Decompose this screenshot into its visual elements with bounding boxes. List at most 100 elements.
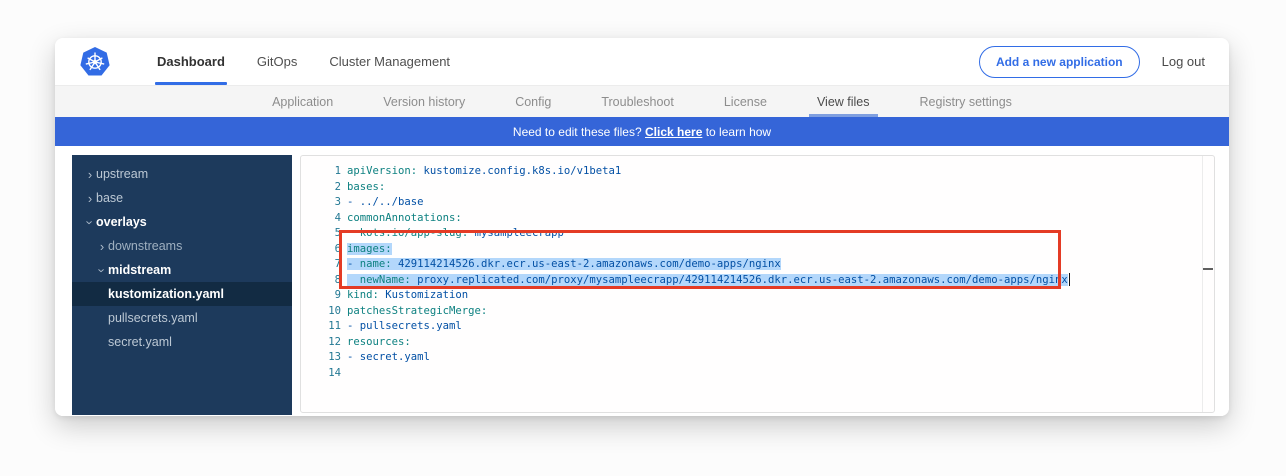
- file-tree: ›upstream›base›overlays›downstreams›mids…: [72, 155, 292, 415]
- code-line-text: resources:: [341, 335, 411, 351]
- view-files-content: ›upstream›base›overlays›downstreams›mids…: [55, 146, 1229, 416]
- yaml-key: bases:: [347, 181, 385, 193]
- code-line-text: kind: Kustomization: [341, 288, 468, 304]
- tab-config[interactable]: Config: [515, 86, 551, 117]
- yaml-value: - secret.yaml: [347, 351, 430, 363]
- code-line-text: - pullsecrets.yaml: [341, 319, 462, 335]
- code-line[interactable]: 2bases:: [301, 180, 1214, 196]
- tree-folder-base[interactable]: ›base: [72, 186, 292, 210]
- code-line-text: - ../../base: [341, 195, 424, 211]
- yaml-key: commonAnnotations:: [347, 212, 462, 224]
- chevron-down-icon: ›: [84, 216, 97, 228]
- tab-license[interactable]: License: [724, 86, 767, 117]
- yaml-value: proxy.replicated.com/proxy/mysampleecrap…: [411, 274, 1068, 286]
- code-line[interactable]: 8 newName: proxy.replicated.com/proxy/my…: [301, 273, 1214, 289]
- code-line-text: [341, 366, 347, 382]
- code-editor[interactable]: 1apiVersion: kustomize.config.k8s.io/v1b…: [300, 155, 1215, 413]
- line-number: 12: [301, 335, 341, 351]
- tree-folder-downstreams[interactable]: ›downstreams: [72, 234, 292, 258]
- edit-files-banner: Need to edit these files? Click here to …: [55, 117, 1229, 146]
- code-line[interactable]: 6 images:: [301, 242, 1214, 258]
- tree-item-label: overlays: [96, 215, 147, 229]
- tree-folder-overlays[interactable]: ›overlays: [72, 210, 292, 234]
- code-line[interactable]: 4 commonAnnotations:: [301, 211, 1214, 227]
- code-line-text: kots.io/app-slug: mysampleecrapp: [341, 226, 564, 242]
- yaml-value: -: [347, 258, 360, 270]
- code-lines: 1apiVersion: kustomize.config.k8s.io/v1b…: [301, 156, 1214, 381]
- yaml-key: images:: [347, 243, 392, 255]
- tree-item-label: kustomization.yaml: [108, 287, 224, 301]
- tree-item-label: pullsecrets.yaml: [108, 311, 198, 325]
- code-line[interactable]: 3 - ../../base: [301, 195, 1214, 211]
- yaml-value: [347, 227, 360, 239]
- chevron-right-icon: ›: [84, 192, 96, 205]
- tab-application[interactable]: Application: [272, 86, 333, 117]
- yaml-key: kots.io/app-slug:: [360, 227, 468, 239]
- top-nav-tab-cluster-management[interactable]: Cluster Management: [313, 38, 466, 85]
- line-number: 4: [301, 211, 341, 227]
- tab-registry-settings[interactable]: Registry settings: [920, 86, 1012, 117]
- code-line[interactable]: 9kind: Kustomization: [301, 288, 1214, 304]
- app-window: DashboardGitOpsCluster Management Add a …: [55, 38, 1229, 416]
- code-line[interactable]: 11- pullsecrets.yaml: [301, 319, 1214, 335]
- logout-link[interactable]: Log out: [1162, 54, 1205, 69]
- tree-item-label: midstream: [108, 263, 171, 277]
- line-number: 5: [301, 226, 341, 242]
- code-line-text: commonAnnotations:: [341, 211, 462, 227]
- chevron-right-icon: ›: [96, 240, 108, 253]
- code-line-text: newName: proxy.replicated.com/proxy/mysa…: [341, 273, 1070, 289]
- click-here-link[interactable]: Click here: [645, 125, 702, 139]
- chevron-down-icon: ›: [96, 264, 109, 276]
- code-line[interactable]: 12 resources:: [301, 335, 1214, 351]
- selection-highlight: newName: proxy.replicated.com/proxy/mysa…: [347, 274, 1068, 286]
- line-number: 9: [301, 288, 341, 304]
- yaml-value: [347, 274, 360, 286]
- code-line[interactable]: 10patchesStrategicMerge:: [301, 304, 1214, 320]
- code-line-text: bases:: [341, 180, 385, 196]
- code-line[interactable]: 1apiVersion: kustomize.config.k8s.io/v1b…: [301, 164, 1214, 180]
- tab-version-history[interactable]: Version history: [383, 86, 465, 117]
- app-section-tabs: Application Version history Config Troubles…: [55, 86, 1229, 117]
- tree-item-label: secret.yaml: [108, 335, 172, 349]
- line-number: 3: [301, 195, 341, 211]
- text-cursor: [1069, 273, 1071, 286]
- yaml-key: name:: [360, 258, 392, 270]
- selection-highlight: - name: 429114214526.dkr.ecr.us-east-2.a…: [347, 258, 781, 270]
- tree-file-kustomization-yaml[interactable]: kustomization.yaml: [72, 282, 292, 306]
- code-line-text: apiVersion: kustomize.config.k8s.io/v1be…: [341, 164, 621, 180]
- tree-folder-upstream[interactable]: ›upstream: [72, 162, 292, 186]
- banner-text-prefix: Need to edit these files?: [513, 125, 645, 139]
- code-line[interactable]: 13- secret.yaml: [301, 350, 1214, 366]
- top-nav-tab-dashboard[interactable]: Dashboard: [141, 38, 241, 85]
- code-line[interactable]: 5 kots.io/app-slug: mysampleecrapp: [301, 226, 1214, 242]
- yaml-key: resources:: [347, 336, 411, 348]
- kubernetes-logo-icon[interactable]: [79, 46, 111, 78]
- yaml-key: apiVersion:: [347, 165, 417, 177]
- code-line-text: - name: 429114214526.dkr.ecr.us-east-2.a…: [341, 257, 781, 273]
- code-line[interactable]: 14: [301, 366, 1214, 382]
- tab-troubleshoot[interactable]: Troubleshoot: [601, 86, 674, 117]
- tree-item-label: upstream: [96, 167, 148, 181]
- yaml-value: mysampleecrapp: [468, 227, 564, 239]
- tab-view-files[interactable]: View files: [817, 86, 870, 117]
- tree-file-pullsecrets-yaml[interactable]: pullsecrets.yaml: [72, 306, 292, 330]
- yaml-value: kustomize.config.k8s.io/v1beta1: [417, 165, 621, 177]
- tree-folder-midstream[interactable]: ›midstream: [72, 258, 292, 282]
- code-line-text: - secret.yaml: [341, 350, 430, 366]
- line-number: 11: [301, 319, 341, 335]
- line-number: 6: [301, 242, 341, 258]
- overview-ruler: [1202, 156, 1203, 412]
- yaml-value: - ../../base: [347, 196, 424, 208]
- selection-highlight: images:: [347, 243, 392, 255]
- code-line-text: images:: [341, 242, 392, 258]
- line-number: 1: [301, 164, 341, 180]
- top-nav-tab-gitops[interactable]: GitOps: [241, 38, 313, 85]
- line-number: 7: [301, 257, 341, 273]
- tree-file-secret-yaml[interactable]: secret.yaml: [72, 330, 292, 354]
- banner-text-suffix: to learn how: [702, 125, 771, 139]
- line-number: 14: [301, 366, 341, 382]
- add-application-button[interactable]: Add a new application: [979, 46, 1140, 78]
- line-number: 8: [301, 273, 341, 289]
- chevron-right-icon: ›: [84, 168, 96, 181]
- code-line[interactable]: 7 - name: 429114214526.dkr.ecr.us-east-2.…: [301, 257, 1214, 273]
